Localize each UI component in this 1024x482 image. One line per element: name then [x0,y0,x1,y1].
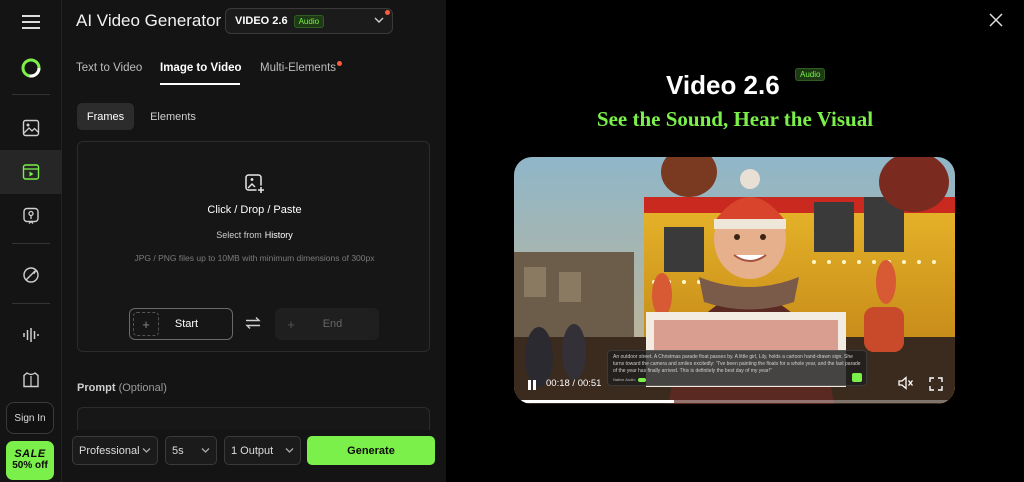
hamburger-icon [22,15,40,29]
rail-item-effects[interactable] [0,253,62,297]
select-prefix: Select from [216,230,262,240]
promo-subtitle: See the Sound, Hear the Visual [596,107,874,131]
chevron-down-icon [201,448,210,453]
plus-icon: + [287,316,295,332]
rail-item-audio[interactable] [0,313,62,357]
generate-button[interactable]: Generate [307,436,435,465]
native-audio-label: Native Audio [613,377,636,382]
notification-dot [385,10,390,15]
mode-value: Professional [79,444,140,457]
shirt-icon [23,372,39,388]
history-link[interactable]: History [265,230,293,240]
subtab-frames[interactable]: Frames [77,103,134,130]
mute-icon[interactable] [898,376,914,390]
generation-controls: Professional 5s 1 Output Generate [62,430,446,482]
rail-divider [12,303,50,304]
end-frame-label: End [322,318,343,330]
add-image-icon [245,174,266,195]
outputs-value: 1 Output [231,444,274,457]
prompt-label: Prompt (Optional) [77,382,167,394]
left-rail: Sign In SALE 50% off [0,0,62,482]
upload-instruction: Click / Drop / Paste [207,204,302,216]
pause-icon[interactable] [527,379,537,391]
tab-multi-elements[interactable]: Multi-Elements [260,62,336,74]
caption-text: An outdoor street. A Christmas parade fl… [613,354,861,374]
swap-icon[interactable] [245,316,261,330]
mic-person-icon [23,207,39,224]
rail-item-image[interactable] [0,106,62,150]
tab-image-to-video[interactable]: Image to Video [160,62,242,74]
select-from-history: Select from History [78,230,431,240]
fullscreen-icon[interactable] [929,377,943,391]
mode-select[interactable]: Professional [72,436,158,465]
promo-audio-badge: Audio [795,68,826,81]
subtab-elements[interactable]: Elements [140,103,206,130]
chevron-down-icon [285,448,294,453]
sale-badge[interactable]: SALE 50% off [6,441,54,480]
tab-text-to-video[interactable]: Text to Video [76,62,142,74]
toggle-switch [638,377,647,382]
logo-button[interactable] [0,46,62,90]
menu-button[interactable] [0,0,62,44]
rail-item-apparel[interactable] [0,358,62,402]
prompt-caption: An outdoor street. A Christmas parade fl… [607,350,867,386]
duration-value: 5s [172,444,184,457]
upload-dropzone[interactable]: Click / Drop / Paste Select from History … [77,141,430,352]
prompt-title: Prompt [77,382,116,394]
video-progress-fill [520,400,675,403]
model-name: VIDEO 2.6 [235,15,288,27]
notification-dot [337,61,342,66]
upload-hint: JPG / PNG files up to 10MB with minimum … [134,253,375,263]
rail-divider [12,94,50,95]
sale-discount: 50% off [12,460,48,472]
video-icon [22,164,40,180]
caption-action-button[interactable] [852,373,862,382]
model-select[interactable]: VIDEO 2.6 Audio [225,8,393,34]
end-frame-button[interactable]: + End [275,308,379,340]
generator-panel: AI Video Generator VIDEO 2.6 Audio Text … [62,0,446,482]
outputs-select[interactable]: 1 Output [224,436,301,465]
playback-time: 00:18 / 00:51 [546,378,602,389]
plus-icon: + [133,312,159,336]
start-frame-label: Start [174,318,199,330]
rail-item-avatar[interactable] [0,194,62,238]
audio-badge: Audio [293,14,325,28]
video-player[interactable]: An outdoor street. A Christmas parade fl… [514,157,955,404]
prompt-optional: (Optional) [118,382,167,394]
start-frame-button[interactable]: + Start [129,308,233,340]
close-icon[interactable] [989,13,1003,27]
chevron-down-icon [142,448,151,453]
chevron-down-icon [374,17,384,23]
duration-select[interactable]: 5s [165,436,217,465]
promo-panel: Video 2.6 Audio See the Sound, Hear the … [446,0,1024,482]
logo-icon [21,58,41,78]
native-audio-toggle[interactable]: Native Audio [613,377,647,382]
sign-in-button[interactable]: Sign In [6,402,54,434]
rail-item-video[interactable] [0,150,62,194]
video-progress-bar[interactable] [520,400,949,403]
magic-icon [23,267,39,283]
page-title: AI Video Generator [76,11,222,30]
promo-title: Video 2.6 [666,70,780,100]
image-icon [22,119,40,137]
active-tab-indicator [160,83,240,85]
rail-divider [12,243,50,244]
sound-wave-icon [23,328,39,342]
